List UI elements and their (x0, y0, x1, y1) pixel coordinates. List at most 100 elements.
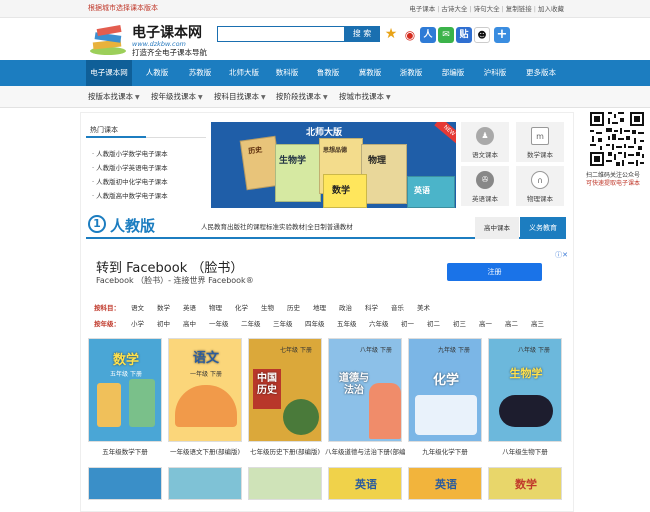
nav-item-bubian[interactable]: 部编版 (432, 60, 474, 86)
filter-subject[interactable]: 化学 (235, 302, 248, 312)
book-cover[interactable] (248, 467, 322, 500)
top-link-verses[interactable]: 诗句大全 (472, 5, 502, 13)
subnav-by-stage[interactable]: 按阶段找课本 ▼ (276, 86, 328, 108)
filter-grade[interactable]: 高二 (505, 318, 518, 328)
book-cover[interactable]: 中国历史 七年级 下册 (248, 338, 322, 442)
top-link-textbook[interactable]: 电子课本 (407, 5, 437, 13)
nav-item-bnu[interactable]: 北师大版 (222, 60, 266, 86)
book-caption[interactable]: 八年级生物下册 (485, 446, 565, 456)
book-cover[interactable] (88, 467, 162, 500)
tile-label: 语文课本 (472, 151, 498, 159)
hot-item[interactable]: · 人教版小学英语电子课本 (92, 162, 168, 172)
filter-grade[interactable]: 初中 (157, 318, 170, 328)
book-caption[interactable]: 七年级历史下册(部编版) (245, 446, 325, 456)
qq-icon[interactable]: ☻ (474, 27, 490, 43)
filter-grade[interactable]: 初三 (453, 318, 466, 328)
filter-grade[interactable]: 高三 (531, 318, 544, 328)
nav-item-jijiao[interactable]: 冀教版 (349, 60, 391, 86)
filter-subject[interactable]: 地理 (313, 302, 326, 312)
filter-subject[interactable]: 生物 (261, 302, 274, 312)
filter-grade[interactable]: 三年级 (273, 318, 293, 328)
nav-item-sujiao[interactable]: 苏教版 (178, 60, 222, 86)
filter-subject[interactable]: 数学 (157, 302, 170, 312)
book-caption[interactable]: 八年级道德与法治下册(部编版) (325, 446, 405, 456)
filter-subject[interactable]: 物理 (209, 302, 222, 312)
tile-math[interactable]: m 数学课本 (516, 122, 564, 162)
nav-item-pep[interactable]: 人教版 (134, 60, 180, 86)
ad-banner[interactable]: 转到 Facebook （脸书） Facebook （脸书）- 连接世界 Fac… (86, 249, 572, 294)
tieba-icon[interactable]: 贴 (456, 27, 472, 43)
book-title: 英语 (435, 478, 457, 491)
nav-item-huke[interactable]: 沪科版 (474, 60, 516, 86)
book-cover[interactable]: 生物学 八年级 下册 (488, 338, 562, 442)
filter-grade[interactable]: 二年级 (241, 318, 261, 328)
ad-register-button[interactable]: 注册 (447, 263, 542, 281)
search-button[interactable]: 搜 索 (344, 26, 380, 42)
book-title: 语文 (192, 351, 219, 366)
banner-book: 物理 (361, 144, 407, 204)
filter-grade[interactable]: 一年级 (209, 318, 229, 328)
filter-grade[interactable]: 初一 (401, 318, 414, 328)
book-cover[interactable]: 英语 (328, 467, 402, 500)
filter-grade[interactable]: 四年级 (305, 318, 325, 328)
book-cover[interactable]: 语文 一年级 下册 (168, 338, 242, 442)
filter-grade[interactable]: 高中 (183, 318, 196, 328)
wechat-icon[interactable]: ✉ (438, 27, 454, 43)
book-subtitle: 九年级 下册 (438, 347, 470, 354)
filter-grade[interactable]: 初二 (427, 318, 440, 328)
ad-close-icon[interactable]: ⓘ✕ (555, 250, 568, 260)
site-logo[interactable]: 电子课本网 www.dzkbw.com 打造齐全电子课本导航 (88, 22, 213, 58)
book-subtitle: 七年级 下册 (280, 347, 312, 354)
subnav-by-subject[interactable]: 按科目找课本 ▼ (214, 86, 266, 108)
filter-grade[interactable]: 六年级 (369, 318, 389, 328)
tile-chinese[interactable]: ♟ 语文课本 (461, 122, 509, 162)
book-cover[interactable]: 英语 (408, 467, 482, 500)
book-caption[interactable]: 一年级语文下册(部编版) (165, 446, 245, 456)
filter-subject[interactable]: 美术 (417, 302, 430, 312)
filter-grade[interactable]: 五年级 (337, 318, 357, 328)
filter-subject[interactable]: 科学 (365, 302, 378, 312)
tile-label: 英语课本 (472, 195, 498, 203)
book-cover[interactable]: 数学 五年级 下册 (88, 338, 162, 442)
plus-icon[interactable]: + (494, 27, 510, 43)
filter-subject[interactable]: 政治 (339, 302, 352, 312)
tile-physics[interactable]: ∩ 物理课本 (516, 166, 564, 206)
grade-filter: 按年级： 小学 初中 高中 一年级 二年级 三年级 四年级 五年级 六年级 初一… (86, 314, 566, 332)
weibo-icon[interactable]: ◉ (402, 27, 418, 43)
book-cover[interactable] (168, 467, 242, 500)
nav-item-shuke[interactable]: 数科版 (266, 60, 308, 86)
book-cover[interactable]: 数学 (488, 467, 562, 500)
nav-item-zhejiao[interactable]: 浙教版 (390, 60, 432, 86)
book-cover[interactable]: 道德与法治 八年级 下册 (328, 338, 402, 442)
top-link-copy[interactable]: 复制链接 (504, 5, 534, 13)
star-icon[interactable]: ★ (383, 27, 399, 43)
nav-item-lujiao[interactable]: 鲁教版 (307, 60, 349, 86)
filter-grade[interactable]: 高一 (479, 318, 492, 328)
book-illustration (415, 395, 477, 435)
book-caption[interactable]: 九年级化学下册 (405, 446, 485, 456)
nav-item-home[interactable]: 电子课本网 (86, 60, 132, 86)
tab-high-school[interactable]: 高中课本 (475, 217, 519, 239)
filter-subject[interactable]: 音乐 (391, 302, 404, 312)
hot-item[interactable]: · 人教版高中数学电子课本 (92, 190, 168, 200)
tile-english[interactable]: ✇ 英语课本 (461, 166, 509, 206)
filter-subject[interactable]: 语文 (131, 302, 144, 312)
renren-icon[interactable]: 人 (420, 27, 436, 43)
tab-compulsory[interactable]: 义务教育 (520, 217, 566, 239)
top-link-poems[interactable]: 古诗大全 (439, 5, 469, 13)
hot-item[interactable]: · 人教版小学数学电子课本 (92, 148, 168, 158)
subnav-by-city[interactable]: 按城市找课本 ▼ (339, 86, 391, 108)
search-input[interactable] (217, 26, 345, 42)
filter-subject[interactable]: 英语 (183, 302, 196, 312)
subnav-by-version[interactable]: 按版本找课本 ▼ (88, 86, 140, 108)
filter-grade[interactable]: 小学 (131, 318, 144, 328)
book-cover[interactable]: 化学 九年级 下册 (408, 338, 482, 442)
top-link-favorite[interactable]: 加入收藏 (536, 5, 566, 13)
city-select-link[interactable]: 根据城市选择课本版本 (88, 3, 158, 13)
hot-item[interactable]: · 人教版初中化学电子课本 (92, 176, 168, 186)
book-caption[interactable]: 五年级数学下册 (85, 446, 165, 456)
nav-item-more[interactable]: 更多版本 (518, 60, 564, 86)
subnav-by-grade[interactable]: 按年级找课本 ▼ (151, 86, 203, 108)
promo-banner[interactable]: 北师大版 NEW 历史 生物学 思想品德 物理 数学 英语 (211, 122, 456, 208)
filter-subject[interactable]: 历史 (287, 302, 300, 312)
